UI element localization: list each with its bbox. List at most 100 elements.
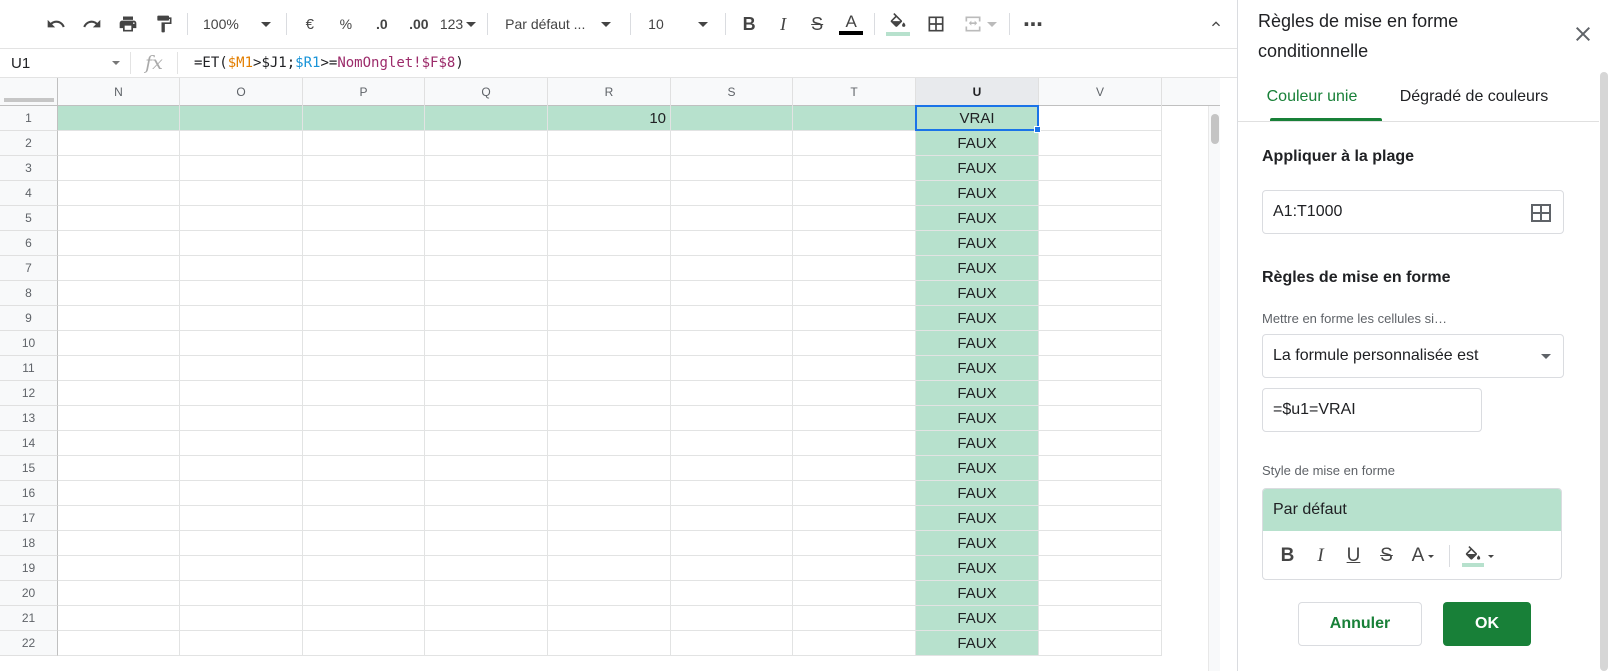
cell-t3[interactable] <box>793 156 916 181</box>
cell-p1[interactable] <box>303 106 425 131</box>
cell-r17[interactable] <box>548 506 671 531</box>
cell-o14[interactable] <box>180 431 303 456</box>
cell-n6[interactable] <box>58 231 180 256</box>
cell-v6[interactable] <box>1039 231 1162 256</box>
cell-s17[interactable] <box>671 506 793 531</box>
cell-t15[interactable] <box>793 456 916 481</box>
zoom-select[interactable]: 100% <box>195 8 279 40</box>
cell-q14[interactable] <box>425 431 548 456</box>
cell-t19[interactable] <box>793 556 916 581</box>
cell-t14[interactable] <box>793 431 916 456</box>
cell-q7[interactable] <box>425 256 548 281</box>
cell-u3[interactable]: FAUX <box>916 156 1039 181</box>
cell-u12[interactable]: FAUX <box>916 381 1039 406</box>
cell-p20[interactable] <box>303 581 425 606</box>
cell-t20[interactable] <box>793 581 916 606</box>
scrollbar-thumb[interactable] <box>1600 72 1608 671</box>
cell-p13[interactable] <box>303 406 425 431</box>
cell-o9[interactable] <box>180 306 303 331</box>
cell-r12[interactable] <box>548 381 671 406</box>
cell-p6[interactable] <box>303 231 425 256</box>
formula-input[interactable]: =ET($M1>$J1;$R1>=NomOnglet!$F$8) <box>178 55 464 71</box>
row-header[interactable]: 13 <box>0 406 58 431</box>
cell-t1[interactable] <box>793 106 916 131</box>
cell-r13[interactable] <box>548 406 671 431</box>
cell-r22[interactable] <box>548 631 671 656</box>
cell-r7[interactable] <box>548 256 671 281</box>
cell-o6[interactable] <box>180 231 303 256</box>
cell-r11[interactable] <box>548 356 671 381</box>
row-header[interactable]: 20 <box>0 581 58 606</box>
cell-r20[interactable] <box>548 581 671 606</box>
cell-o11[interactable] <box>180 356 303 381</box>
row-header[interactable]: 4 <box>0 181 58 206</box>
row-header[interactable]: 10 <box>0 331 58 356</box>
cell-t4[interactable] <box>793 181 916 206</box>
cell-s4[interactable] <box>671 181 793 206</box>
cell-o21[interactable] <box>180 606 303 631</box>
cell-q6[interactable] <box>425 231 548 256</box>
select-range-icon[interactable] <box>1531 204 1551 227</box>
decrease-decimal-button[interactable]: .0 <box>366 8 398 40</box>
cell-s10[interactable] <box>671 331 793 356</box>
cell-q4[interactable] <box>425 181 548 206</box>
tab-couleur-unie[interactable]: Couleur unie <box>1242 72 1382 122</box>
cell-u9[interactable]: FAUX <box>916 306 1039 331</box>
cell-p21[interactable] <box>303 606 425 631</box>
cell-p14[interactable] <box>303 431 425 456</box>
cell-p22[interactable] <box>303 631 425 656</box>
cell-q1[interactable] <box>425 106 548 131</box>
increase-decimal-button[interactable]: .00 <box>402 8 436 40</box>
cell-t8[interactable] <box>793 281 916 306</box>
cell-q12[interactable] <box>425 381 548 406</box>
cell-n21[interactable] <box>58 606 180 631</box>
cell-v15[interactable] <box>1039 456 1162 481</box>
cell-t11[interactable] <box>793 356 916 381</box>
cell-n5[interactable] <box>58 206 180 231</box>
cell-v19[interactable] <box>1039 556 1162 581</box>
cell-n12[interactable] <box>58 381 180 406</box>
cell-t18[interactable] <box>793 531 916 556</box>
cell-q3[interactable] <box>425 156 548 181</box>
cell-u19[interactable]: FAUX <box>916 556 1039 581</box>
cell-o19[interactable] <box>180 556 303 581</box>
cell-p16[interactable] <box>303 481 425 506</box>
cell-s18[interactable] <box>671 531 793 556</box>
cell-q9[interactable] <box>425 306 548 331</box>
cell-q22[interactable] <box>425 631 548 656</box>
cell-o12[interactable] <box>180 381 303 406</box>
cell-p2[interactable] <box>303 131 425 156</box>
cell-v21[interactable] <box>1039 606 1162 631</box>
cell-u16[interactable]: FAUX <box>916 481 1039 506</box>
cell-u17[interactable]: FAUX <box>916 506 1039 531</box>
cell-q20[interactable] <box>425 581 548 606</box>
column-header-t[interactable]: T <box>793 78 916 106</box>
cell-p10[interactable] <box>303 331 425 356</box>
cell-s5[interactable] <box>671 206 793 231</box>
row-header[interactable]: 15 <box>0 456 58 481</box>
cell-o20[interactable] <box>180 581 303 606</box>
cell-o8[interactable] <box>180 281 303 306</box>
cell-o2[interactable] <box>180 131 303 156</box>
column-header-o[interactable]: O <box>180 78 303 106</box>
column-header-v[interactable]: V <box>1039 78 1162 106</box>
row-header[interactable]: 6 <box>0 231 58 256</box>
cell-s14[interactable] <box>671 431 793 456</box>
row-header[interactable]: 14 <box>0 431 58 456</box>
cell-q15[interactable] <box>425 456 548 481</box>
cell-t10[interactable] <box>793 331 916 356</box>
cell-n3[interactable] <box>58 156 180 181</box>
cell-r10[interactable] <box>548 331 671 356</box>
cell-o16[interactable] <box>180 481 303 506</box>
italic-button[interactable]: I <box>767 8 799 40</box>
name-box[interactable]: U1 <box>0 49 130 77</box>
cell-s21[interactable] <box>671 606 793 631</box>
cell-n19[interactable] <box>58 556 180 581</box>
cell-s11[interactable] <box>671 356 793 381</box>
cell-o10[interactable] <box>180 331 303 356</box>
cell-p11[interactable] <box>303 356 425 381</box>
print-icon[interactable] <box>112 8 144 40</box>
cell-v7[interactable] <box>1039 256 1162 281</box>
font-family-select[interactable]: Par défaut ... <box>495 8 623 40</box>
cell-n14[interactable] <box>58 431 180 456</box>
